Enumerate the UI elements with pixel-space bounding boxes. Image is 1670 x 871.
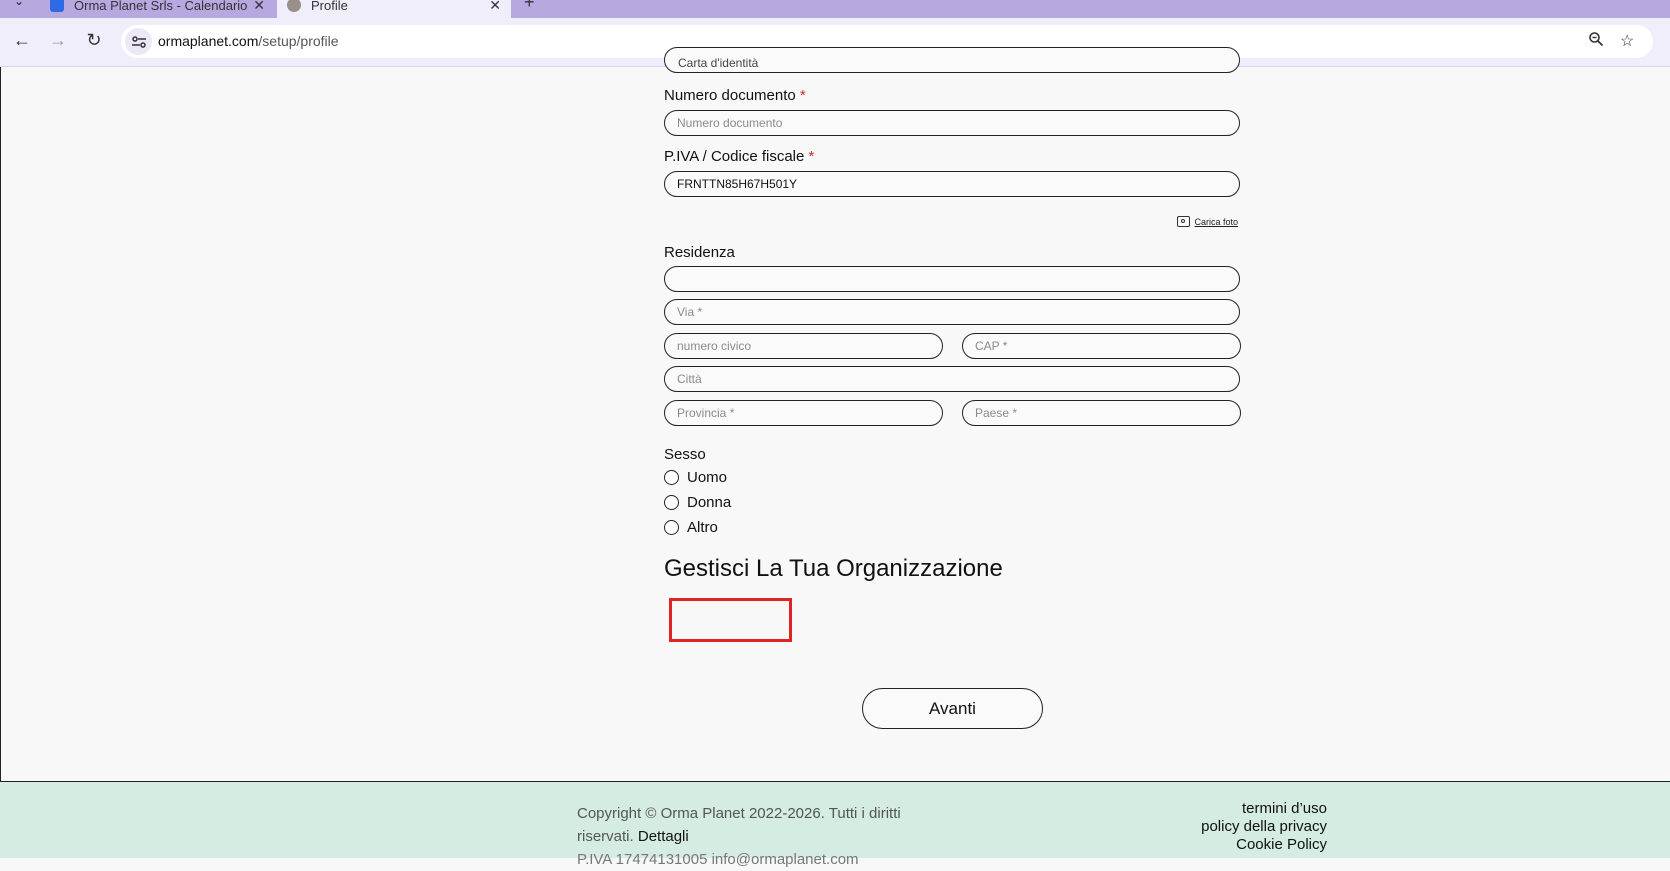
radio-button[interactable] [664, 470, 679, 485]
tab-profile[interactable]: Profile ✕ [277, 0, 511, 18]
sex-label: Sesso [664, 446, 706, 463]
cookie-policy-link[interactable]: Cookie Policy [1020, 836, 1327, 854]
site-footer: Copyright © Orma Planet 2022-2026. Tutti… [0, 781, 1670, 868]
zoom-icon[interactable] [1588, 31, 1604, 52]
footer-links: termini d’uso policy della privacy Cooki… [1020, 800, 1327, 854]
privacy-policy-link[interactable]: policy della privacy [1020, 818, 1327, 836]
tab-title: Profile [311, 0, 348, 13]
residence-label: Residenza [664, 244, 735, 261]
vat-text: P.IVA 17474131005 info@ormaplanet.com [577, 851, 859, 868]
upload-photo-link[interactable]: Carica foto [1177, 216, 1238, 227]
content-border [0, 67, 1, 781]
document-type-value: Carta d'identità [678, 56, 759, 70]
sex-option-other[interactable]: Altro [664, 519, 718, 536]
url-text[interactable]: ormaplanet.com/setup/profile [158, 33, 339, 49]
upload-photo-label: Carica foto [1194, 216, 1238, 227]
next-button[interactable]: Avanti [862, 688, 1043, 729]
camera-icon [1177, 216, 1191, 227]
organization-highlight-box[interactable] [669, 598, 792, 642]
radio-label: Uomo [687, 469, 728, 486]
radio-label: Altro [687, 519, 718, 536]
tax-code-input[interactable] [664, 171, 1240, 197]
bookmark-star-icon[interactable]: ☆ [1620, 31, 1634, 51]
street-number-input[interactable] [664, 333, 943, 359]
city-input[interactable] [664, 366, 1240, 392]
tab-strip: ⌄ Orma Planet Srls - Calendario - ✕ Prof… [0, 0, 1670, 18]
back-arrow-icon[interactable]: ← [10, 30, 34, 51]
profile-favicon-icon [287, 0, 301, 12]
site-settings-icon[interactable] [125, 28, 152, 55]
calendar-favicon-icon [50, 0, 64, 12]
copyright-notice: Copyright © Orma Planet 2022-2026. Tutti… [577, 802, 957, 871]
reload-icon[interactable]: ↻ [82, 30, 106, 51]
tab-search-chevron-icon[interactable]: ⌄ [14, 0, 24, 8]
sex-option-female[interactable]: Donna [664, 494, 731, 511]
tab-title: Orma Planet Srls - Calendario - [74, 0, 248, 13]
province-input[interactable] [664, 400, 943, 426]
tab-calendar[interactable]: Orma Planet Srls - Calendario - ✕ [40, 0, 275, 18]
radio-button[interactable] [664, 495, 679, 510]
close-icon[interactable]: ✕ [253, 0, 265, 14]
radio-button[interactable] [664, 520, 679, 535]
page-content: Carta d'identità Numero documento * P.IV… [0, 47, 1670, 868]
country-input[interactable] [962, 400, 1241, 426]
organization-section-title: Gestisci La Tua Organizzazione [664, 555, 1003, 582]
radio-label: Donna [687, 494, 732, 511]
terms-of-use-link[interactable]: termini d’uso [1020, 800, 1327, 818]
street-input[interactable] [664, 299, 1240, 325]
forward-arrow-icon[interactable]: → [46, 30, 70, 51]
close-icon[interactable]: ✕ [489, 0, 501, 14]
copyright-text: Copyright © Orma Planet 2022-2026. Tutti… [577, 805, 901, 845]
document-number-label: Numero documento * [664, 87, 806, 104]
postal-code-input[interactable] [962, 333, 1241, 359]
details-link[interactable]: Dettagli [638, 828, 689, 845]
document-number-input[interactable] [664, 110, 1240, 136]
sex-option-male[interactable]: Uomo [664, 469, 727, 486]
new-tab-plus-icon[interactable]: + [524, 0, 535, 13]
residence-address-input[interactable] [664, 266, 1240, 292]
tax-code-label: P.IVA / Codice fiscale * [664, 148, 815, 165]
